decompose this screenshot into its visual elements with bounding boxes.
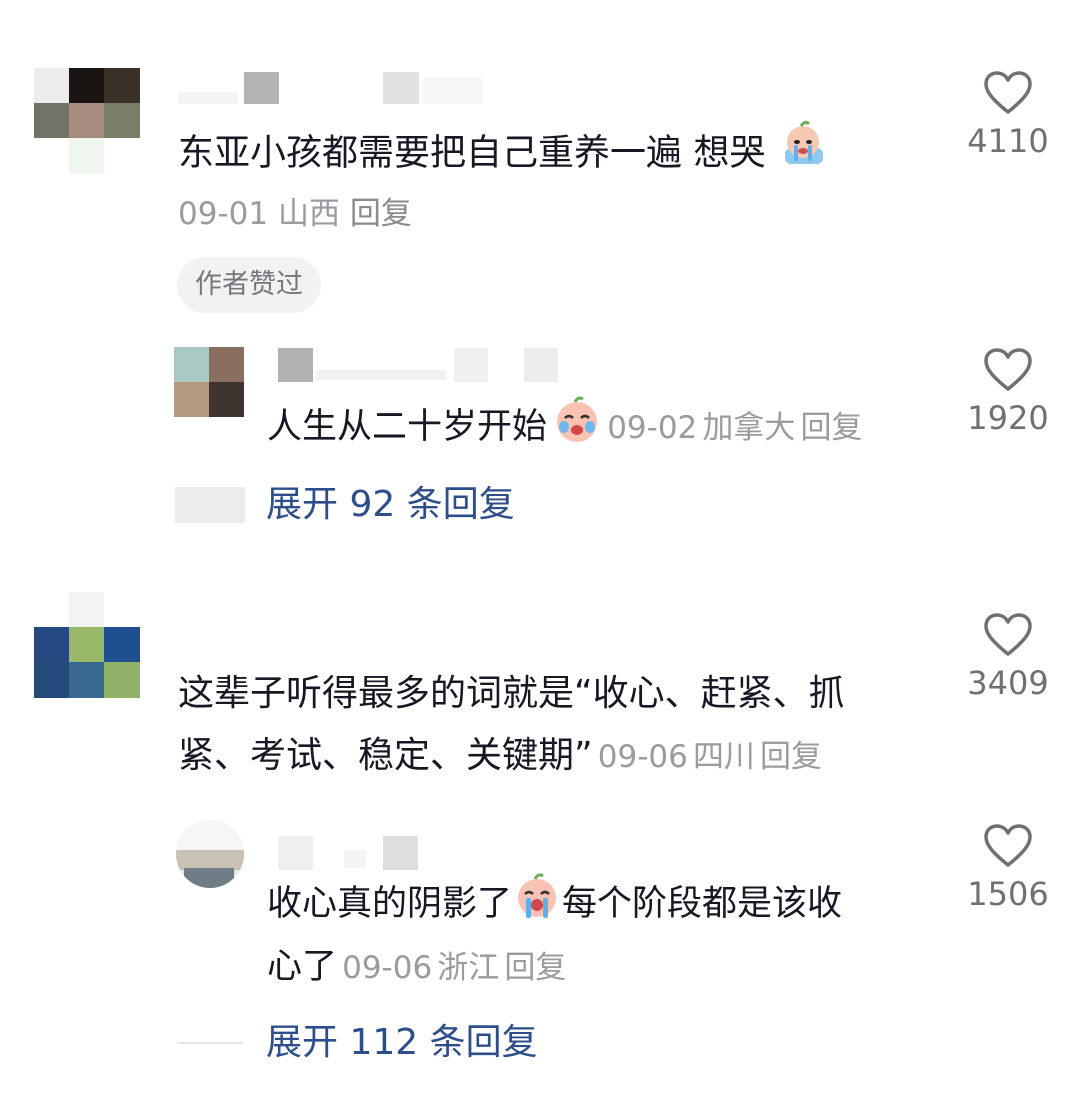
- reply-button[interactable]: 回复: [760, 739, 822, 775]
- like-button[interactable]: 3409: [953, 612, 1063, 702]
- comment-text-line2-row: 紧、考试、稳定、关键期” 09-06 四川 回复: [178, 724, 822, 794]
- expand-divider: [177, 1042, 243, 1044]
- comment-text: 东亚小孩都需要把自己重养一遍 想哭: [178, 118, 829, 191]
- expand-divider: [175, 487, 245, 523]
- comment-date: 09-01: [178, 196, 269, 232]
- avatar[interactable]: [34, 68, 140, 174]
- avatar[interactable]: [174, 347, 244, 417]
- username[interactable]: [278, 836, 428, 870]
- reply-button[interactable]: 回复: [504, 950, 566, 986]
- like-button[interactable]: 1920: [953, 347, 1063, 437]
- expand-replies-link[interactable]: 展开 112 条回复: [266, 1019, 538, 1067]
- author-liked-badge: 作者赞过: [177, 257, 321, 313]
- heart-outline-icon[interactable]: [953, 612, 1063, 658]
- reply-text-line2: 心了: [267, 947, 338, 987]
- reply-date: 09-06: [342, 950, 433, 986]
- expand-replies-link[interactable]: 展开 92 条回复: [266, 481, 515, 529]
- crying-face-emoji-icon: [777, 118, 829, 191]
- heart-outline-icon[interactable]: [953, 70, 1063, 116]
- comment-text-body: 东亚小孩都需要把自己重养一遍 想哭: [178, 132, 766, 174]
- comment-text-line2: 紧、考试、稳定、关键期”: [178, 735, 593, 776]
- like-count: 3409: [967, 664, 1049, 702]
- reply-button[interactable]: 回复: [800, 410, 862, 446]
- comment-meta: 09-01 山西 回复: [178, 194, 412, 234]
- reply-location: 加拿大: [702, 410, 796, 446]
- like-count: 1920: [967, 399, 1049, 437]
- like-button[interactable]: 1506: [953, 823, 1063, 913]
- reply-text-line2-row: 心了 09-06 浙江 回复: [267, 935, 566, 1005]
- heart-outline-icon[interactable]: [953, 347, 1063, 393]
- comment-location: 山西: [277, 196, 340, 232]
- crying-face-emoji-icon: [552, 395, 602, 472]
- reply-date: 09-02: [607, 410, 698, 446]
- like-count: 1506: [967, 875, 1049, 913]
- comment-date: 09-06: [597, 739, 688, 775]
- reply-text: 人生从二十岁开始 09-02 加拿大 回复: [267, 395, 862, 472]
- comment-text-line1: 这辈子听得最多的词就是“收心、赶紧、抓: [178, 673, 845, 714]
- reply-location: 浙江: [437, 950, 500, 986]
- avatar[interactable]: [176, 820, 244, 888]
- reply-text-body: 人生从二十岁开始: [267, 407, 548, 447]
- username[interactable]: [278, 348, 568, 382]
- heart-outline-icon[interactable]: [953, 823, 1063, 869]
- reply-button[interactable]: 回复: [350, 196, 412, 232]
- avatar[interactable]: [34, 592, 140, 698]
- like-count: 4110: [967, 122, 1049, 160]
- comment-location: 四川: [692, 739, 755, 775]
- reply-text-part2: 每个阶段都是该收: [562, 884, 843, 924]
- username[interactable]: [178, 72, 488, 106]
- reply-text-part1: 收心真的阴影了: [267, 884, 513, 924]
- like-button[interactable]: 4110: [953, 70, 1063, 160]
